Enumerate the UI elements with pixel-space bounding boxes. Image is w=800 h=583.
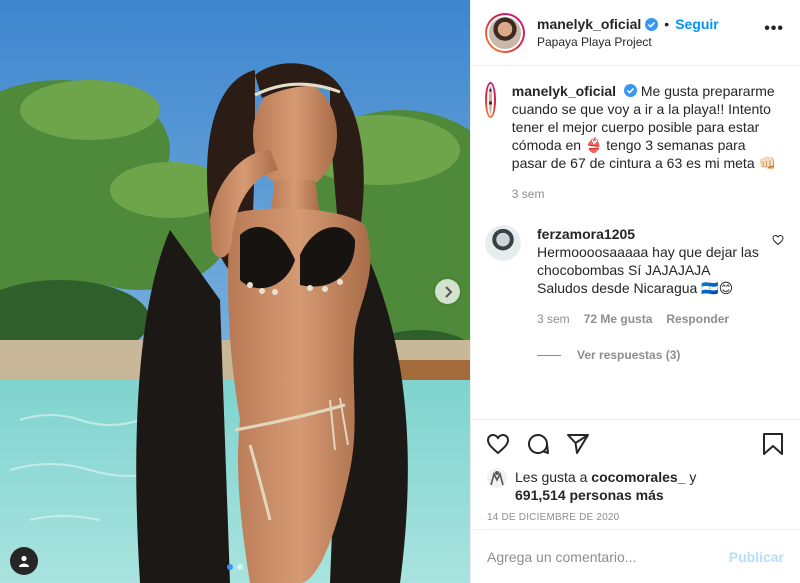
bookmark-icon xyxy=(763,433,783,455)
caption-meta: 3 sem xyxy=(512,185,784,203)
comment-like-button[interactable] xyxy=(772,233,784,328)
more-options-icon[interactable]: ••• xyxy=(764,21,784,37)
post-media[interactable] xyxy=(0,0,470,583)
liker-username[interactable]: cocomorales_ xyxy=(591,469,685,485)
caption-row: manelyk_oficial Me gusta prepararme cuan… xyxy=(485,82,784,203)
share-button[interactable] xyxy=(565,431,591,457)
user-line: manelyk_oficial • Seguir xyxy=(537,16,719,32)
author-username[interactable]: manelyk_oficial xyxy=(537,16,641,32)
caption-username[interactable]: manelyk_oficial xyxy=(512,83,616,99)
follow-button[interactable]: Seguir xyxy=(675,16,719,32)
post-header: manelyk_oficial • Seguir Papaya Playa Pr… xyxy=(471,0,800,66)
action-icons xyxy=(485,430,786,458)
comment-input[interactable] xyxy=(487,548,729,565)
caption-content: manelyk_oficial Me gusta prepararme cuan… xyxy=(512,82,784,172)
comment-username[interactable]: ferzamora1205 xyxy=(537,226,635,242)
view-replies-label: Ver respuestas (3) xyxy=(577,348,681,362)
post-location[interactable]: Papaya Playa Project xyxy=(537,35,719,49)
avatar-image xyxy=(487,84,494,116)
verified-badge-icon xyxy=(645,17,659,31)
carousel-dot-active xyxy=(227,564,233,570)
instagram-post: manelyk_oficial • Seguir Papaya Playa Pr… xyxy=(0,0,800,583)
comment-age[interactable]: 3 sem xyxy=(537,310,570,328)
post-date[interactable]: 14 DE DICIEMBRE DE 2020 xyxy=(487,512,786,523)
post-actions: Les gusta a cocomorales_ y 691,514 perso… xyxy=(471,419,800,529)
add-comment-bar: Publicar xyxy=(471,529,800,583)
post-photo xyxy=(0,0,470,583)
comment-button[interactable] xyxy=(525,431,551,457)
comment-meta: 3 sem 72 Me gusta Responder xyxy=(537,310,759,328)
comment-text: Hermoooosaaaaa hay que dejar las chocobo… xyxy=(537,244,759,296)
comments-section: manelyk_oficial Me gusta prepararme cuan… xyxy=(471,66,800,419)
comment-row: ferzamora1205 Hermoooosaaaaa hay que dej… xyxy=(485,225,784,328)
verified-badge-icon xyxy=(623,84,637,97)
author-avatar[interactable] xyxy=(485,12,525,53)
separator-dot: • xyxy=(664,16,670,32)
likes-summary: Les gusta a cocomorales_ y 691,514 perso… xyxy=(485,468,786,504)
comment-content: ferzamora1205 Hermoooosaaaaa hay que dej… xyxy=(537,225,759,297)
caption-body: manelyk_oficial Me gusta prepararme cuan… xyxy=(512,82,784,203)
tagged-users-button[interactable] xyxy=(10,547,38,575)
post-side-panel: manelyk_oficial • Seguir Papaya Playa Pr… xyxy=(470,0,800,583)
like-button[interactable] xyxy=(485,431,511,457)
comment-body: ferzamora1205 Hermoooosaaaaa hay que dej… xyxy=(537,225,759,328)
comment-likes[interactable]: 72 Me gusta xyxy=(584,310,653,328)
caption-age[interactable]: 3 sem xyxy=(512,185,545,203)
liker-avatar-icon[interactable] xyxy=(487,468,507,488)
likes-text: Les gusta a cocomorales_ y 691,514 perso… xyxy=(515,468,696,504)
view-replies-button[interactable]: Ver respuestas (3) xyxy=(537,348,784,362)
replies-divider xyxy=(537,354,561,356)
reply-button[interactable]: Responder xyxy=(666,310,729,328)
comment-avatar[interactable] xyxy=(485,225,521,261)
likes-count[interactable]: 691,514 personas más xyxy=(515,487,664,503)
user-tag-icon xyxy=(19,555,29,567)
carousel-indicator xyxy=(227,564,243,570)
publish-button[interactable]: Publicar xyxy=(729,549,784,565)
heart-icon xyxy=(772,234,784,246)
caption-avatar[interactable] xyxy=(485,82,496,118)
chevron-right-icon xyxy=(444,285,452,298)
save-button[interactable] xyxy=(760,431,786,457)
comment-icon xyxy=(528,434,549,455)
share-icon xyxy=(567,434,589,454)
likes-connector: y xyxy=(689,469,697,485)
carousel-dot xyxy=(237,564,243,570)
next-slide-button[interactable] xyxy=(435,279,460,304)
likes-prefix: Les gusta a xyxy=(515,469,588,485)
heart-icon xyxy=(486,433,510,455)
avatar-image xyxy=(487,14,523,51)
header-text: manelyk_oficial • Seguir Papaya Playa Pr… xyxy=(537,16,719,49)
